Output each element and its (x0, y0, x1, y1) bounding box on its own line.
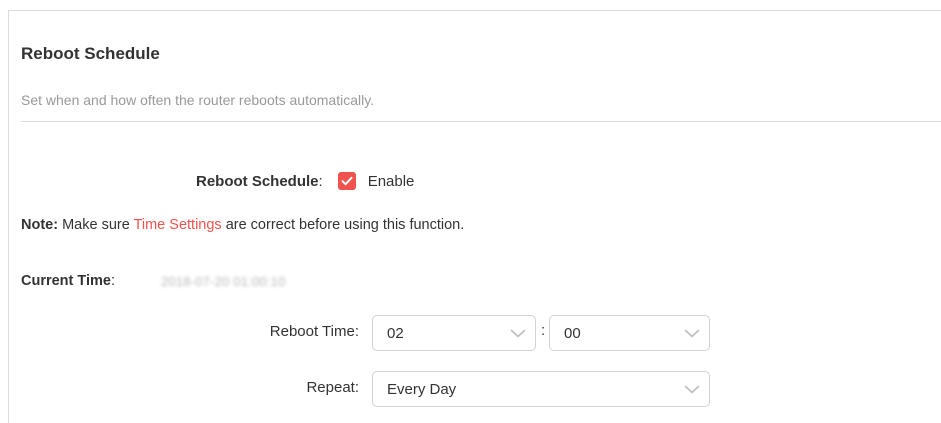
reboot-hour-select[interactable]: 02 (372, 315, 536, 351)
note-text: Note: Make sure Time Settings are correc… (21, 217, 464, 233)
current-time-label: Current Time: (21, 273, 116, 289)
time-separator: : (541, 322, 546, 339)
time-settings-link[interactable]: Time Settings (134, 217, 222, 233)
checkmark-icon (341, 176, 353, 186)
note-text-before: Make sure (58, 217, 134, 233)
repeat-label: Repeat: (306, 379, 359, 396)
section-divider (21, 121, 941, 122)
chevron-down-icon (501, 329, 535, 338)
enable-label[interactable]: Enable (368, 173, 415, 190)
repeat-select[interactable]: Every Day (372, 371, 710, 407)
note-prefix: Note: (21, 217, 59, 233)
note-text-after: are correct before using this function. (221, 217, 465, 233)
reboot-schedule-row: Reboot Schedule: Enable (196, 172, 414, 190)
repeat-value: Every Day (387, 380, 457, 398)
section-title: Reboot Schedule (21, 44, 160, 63)
current-time-value: 2018-07-20 01:00:10 (161, 274, 286, 289)
reboot-schedule-label-colon: : (318, 172, 323, 190)
reboot-minute-select[interactable]: 00 (549, 315, 710, 351)
enable-checkbox[interactable] (337, 172, 356, 190)
reboot-schedule-label: Reboot Schedule (196, 172, 319, 190)
section-description: Set when and how often the router reboot… (21, 92, 375, 108)
reboot-minute-value: 00 (564, 324, 581, 342)
reboot-hour-value: 02 (387, 324, 404, 342)
chevron-down-icon (675, 329, 709, 338)
chevron-down-icon (675, 385, 709, 394)
reboot-time-label: Reboot Time: (269, 323, 359, 340)
